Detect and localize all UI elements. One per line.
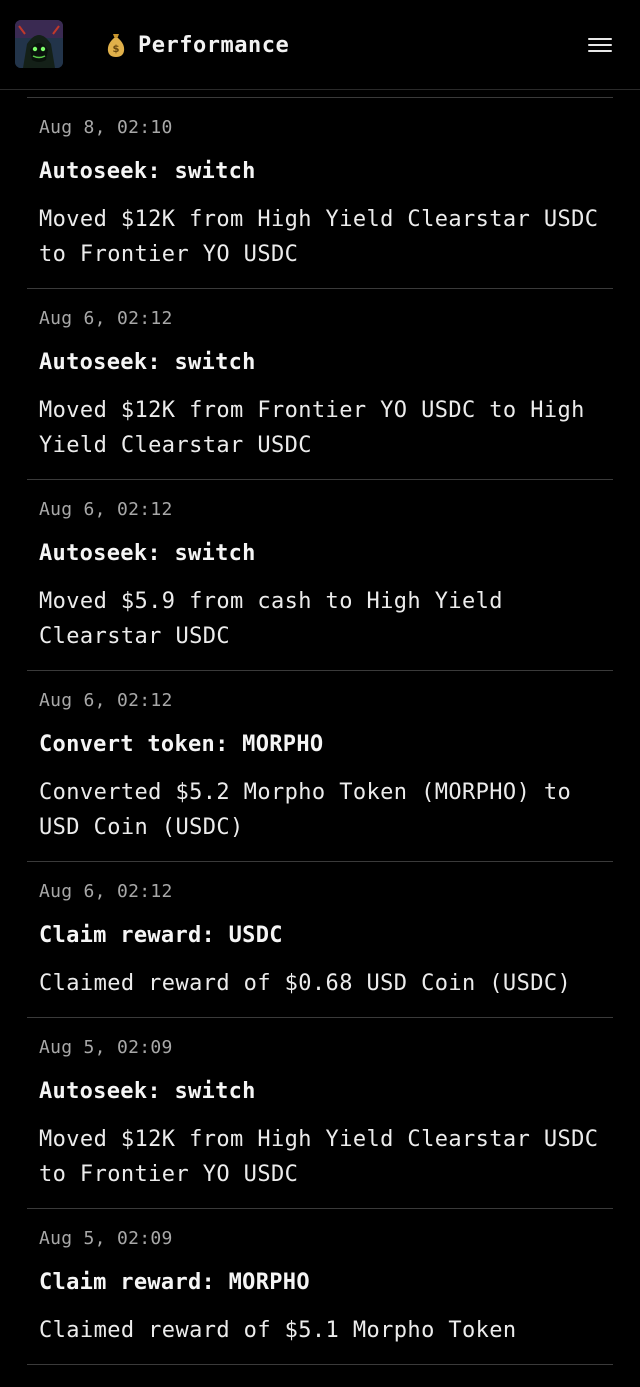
activity-item[interactable]: Aug 8, 02:10 Autoseek: switch Moved $12K… (27, 98, 613, 289)
activity-time: Aug 6, 02:12 (39, 690, 173, 711)
activity-description: Moved $12K from High Yield Clearstar USD… (39, 1127, 599, 1187)
hooded-figure-avatar-icon (15, 20, 63, 68)
activity-item[interactable]: Aug 6, 02:12 Claim reward: USDC Claimed … (27, 862, 613, 1018)
activity-title: Autoseek: switch (39, 350, 256, 375)
page-title: Performance (138, 32, 290, 58)
activity-description: Moved $12K from Frontier YO USDC to High… (39, 398, 585, 458)
activity-title: Autoseek: switch (39, 159, 256, 184)
activity-description: Moved $5.9 from cash to High Yield Clear… (39, 589, 503, 649)
activity-title: Autoseek: switch (39, 1079, 256, 1104)
app-header: $ Performance (0, 0, 640, 90)
activity-feed[interactable]: Aug 8, 02:10 Autoseek: switch Moved $12K… (0, 90, 640, 1387)
activity-time: Aug 8, 02:10 (39, 117, 173, 138)
activity-list: Aug 8, 02:10 Autoseek: switch Moved $12K… (27, 98, 613, 1365)
money-bag-icon: $ (107, 34, 125, 57)
activity-time: Aug 6, 02:12 (39, 499, 173, 520)
activity-description: Converted $5.2 Morpho Token (MORPHO) to … (39, 780, 572, 840)
activity-item[interactable]: Aug 6, 02:12 Convert token: MORPHO Conve… (27, 671, 613, 862)
activity-time: Aug 6, 02:12 (39, 881, 173, 902)
activity-time: Aug 5, 02:09 (39, 1037, 173, 1058)
activity-title: Convert token: MORPHO (39, 732, 324, 757)
hamburger-menu-icon[interactable] (588, 35, 612, 55)
activity-item[interactable]: Aug 5, 02:09 Claim reward: MORPHO Claime… (27, 1209, 613, 1365)
activity-description: Claimed reward of $5.1 Morpho Token (39, 1318, 517, 1343)
avatar[interactable] (15, 20, 63, 68)
header-title-group: $ Performance (106, 28, 289, 62)
activity-item[interactable]: Aug 5, 02:09 Autoseek: switch Moved $12K… (27, 1018, 613, 1209)
activity-time: Aug 6, 02:12 (39, 308, 173, 329)
svg-text:$: $ (113, 44, 120, 55)
activity-title: Autoseek: switch (39, 541, 256, 566)
activity-time: Aug 5, 02:09 (39, 1228, 173, 1249)
activity-title: Claim reward: USDC (39, 923, 283, 948)
activity-description: Moved $12K from High Yield Clearstar USD… (39, 207, 599, 267)
activity-item[interactable]: Aug 6, 02:12 Autoseek: switch Moved $5.9… (27, 480, 613, 671)
activity-title: Claim reward: MORPHO (39, 1270, 310, 1295)
activity-item[interactable]: Aug 6, 02:12 Autoseek: switch Moved $12K… (27, 289, 613, 480)
activity-description: Claimed reward of $0.68 USD Coin (USDC) (39, 971, 572, 996)
